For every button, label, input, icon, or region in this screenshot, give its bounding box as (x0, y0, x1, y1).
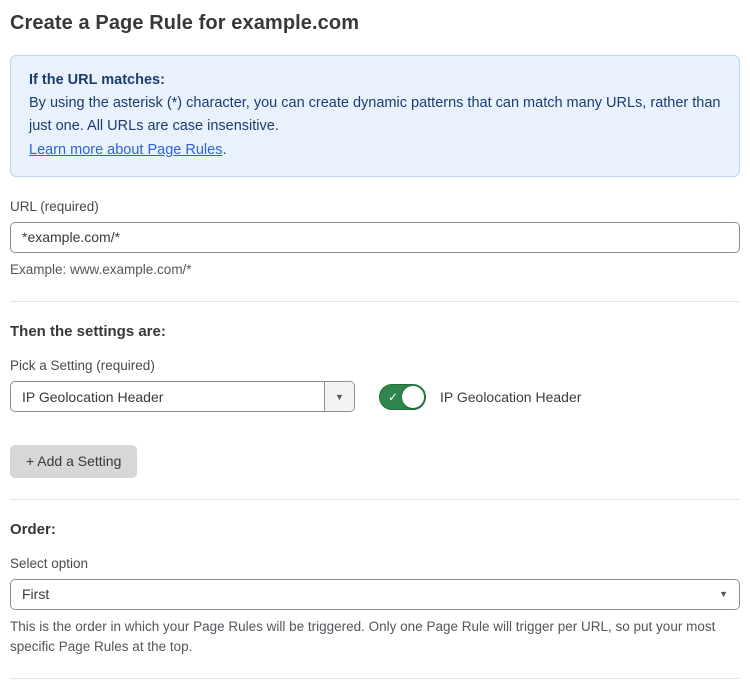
ip-geolocation-toggle-group: ✓ IP Geolocation Header (379, 384, 581, 410)
setting-select-value: IP Geolocation Header (11, 382, 324, 411)
ip-geolocation-toggle[interactable]: ✓ (379, 384, 426, 410)
order-select-value: First (22, 586, 49, 602)
toggle-label: IP Geolocation Header (440, 389, 581, 405)
url-input[interactable] (10, 222, 740, 253)
toggle-knob (402, 386, 424, 408)
settings-section: Then the settings are: Pick a Setting (r… (10, 323, 740, 478)
setting-select[interactable]: IP Geolocation Header ▼ (10, 381, 355, 412)
callout-link-line: Learn more about Page Rules. (29, 139, 721, 162)
divider (10, 678, 740, 679)
divider (10, 301, 740, 302)
order-helper: This is the order in which your Page Rul… (10, 617, 740, 658)
check-icon: ✓ (388, 390, 398, 404)
order-section: Order: Select option First ▼ This is the… (10, 521, 740, 658)
callout-body: By using the asterisk (*) character, you… (29, 92, 721, 138)
settings-heading: Then the settings are: (10, 323, 740, 340)
callout-heading: If the URL matches: (29, 69, 721, 92)
setting-picker-label: Pick a Setting (required) (10, 358, 740, 373)
learn-more-link[interactable]: Learn more about Page Rules (29, 142, 222, 158)
chevron-down-icon: ▼ (719, 589, 728, 599)
add-setting-button[interactable]: + Add a Setting (10, 445, 137, 478)
callout-link-suffix: . (222, 142, 226, 158)
url-match-info-callout: If the URL matches: By using the asteris… (10, 55, 740, 177)
url-field-helper: Example: www.example.com/* (10, 260, 740, 280)
chevron-down-icon[interactable]: ▼ (324, 382, 354, 411)
order-heading: Order: (10, 521, 740, 538)
divider (10, 499, 740, 500)
create-page-rule-form: Create a Page Rule for example.com If th… (0, 0, 750, 687)
order-select[interactable]: First ▼ (10, 579, 740, 610)
url-field-group: URL (required) Example: www.example.com/… (10, 199, 740, 280)
url-field-label: URL (required) (10, 199, 740, 214)
setting-row: IP Geolocation Header ▼ ✓ IP Geolocation… (10, 381, 740, 412)
page-title: Create a Page Rule for example.com (10, 12, 740, 35)
order-select-label: Select option (10, 556, 740, 571)
